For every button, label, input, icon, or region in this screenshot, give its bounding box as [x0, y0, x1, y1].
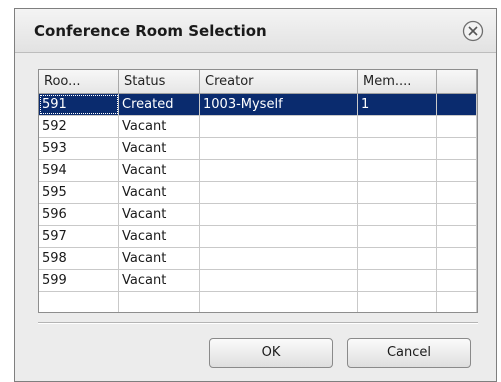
table-header: Roo... Status Creator Mem....: [39, 70, 477, 94]
cell-status: Vacant: [119, 138, 200, 159]
cell-status: Vacant: [119, 248, 200, 269]
cell-creator: [200, 116, 358, 137]
close-icon[interactable]: [462, 20, 484, 42]
column-header-status[interactable]: Status: [119, 70, 200, 93]
empty-cell: [200, 292, 358, 312]
cell-status: Created: [119, 94, 200, 115]
column-header-filler: [437, 70, 477, 93]
cell-creator: [200, 248, 358, 269]
table-row[interactable]: 596 Vacant: [39, 204, 477, 226]
empty-cell: [358, 292, 437, 312]
cell-creator: [200, 160, 358, 181]
table-row[interactable]: 591 Created 1003-Myself 1: [39, 94, 477, 116]
cell-filler: [437, 182, 477, 203]
cell-creator: [200, 204, 358, 225]
table-row[interactable]: 595 Vacant: [39, 182, 477, 204]
conference-room-dialog: Conference Room Selection Roo... Status …: [14, 8, 497, 382]
column-header-creator[interactable]: Creator: [200, 70, 358, 93]
cell-status: Vacant: [119, 116, 200, 137]
cell-status: Vacant: [119, 160, 200, 181]
table-row[interactable]: 593 Vacant: [39, 138, 477, 160]
cell-room: 598: [39, 248, 119, 269]
ok-button[interactable]: OK: [209, 338, 333, 368]
cell-room: 595: [39, 182, 119, 203]
conference-room-table[interactable]: Roo... Status Creator Mem.... 591 Created…: [38, 69, 478, 313]
cell-room: 593: [39, 138, 119, 159]
cell-room: 592: [39, 116, 119, 137]
cell-status: Vacant: [119, 204, 200, 225]
cell-creator: [200, 226, 358, 247]
cell-filler: [437, 116, 477, 137]
cell-members: 1: [358, 94, 437, 115]
cell-members: [358, 270, 437, 291]
cell-members: [358, 160, 437, 181]
cell-room: 591: [39, 94, 119, 115]
cell-members: [358, 138, 437, 159]
cell-room: 599: [39, 270, 119, 291]
separator: [38, 322, 478, 324]
cell-filler: [437, 94, 477, 115]
empty-row: [39, 292, 477, 312]
cell-filler: [437, 204, 477, 225]
column-header-members[interactable]: Mem....: [358, 70, 437, 93]
cell-members: [358, 182, 437, 203]
cancel-button[interactable]: Cancel: [347, 338, 471, 368]
cell-status: Vacant: [119, 182, 200, 203]
dialog-title: Conference Room Selection: [34, 22, 267, 40]
empty-cell: [437, 292, 477, 312]
cell-filler: [437, 160, 477, 181]
cell-members: [358, 248, 437, 269]
empty-cell: [119, 292, 200, 312]
dialog-titlebar: Conference Room Selection: [15, 9, 496, 53]
cell-filler: [437, 248, 477, 269]
cell-filler: [437, 138, 477, 159]
cell-room: 596: [39, 204, 119, 225]
table-row[interactable]: 592 Vacant: [39, 116, 477, 138]
table-row[interactable]: 599 Vacant: [39, 270, 477, 292]
column-header-room[interactable]: Roo...: [39, 70, 119, 93]
cell-status: Vacant: [119, 226, 200, 247]
cell-creator: [200, 182, 358, 203]
cell-room: 594: [39, 160, 119, 181]
cell-creator: 1003-Myself: [200, 94, 358, 115]
table-row[interactable]: 597 Vacant: [39, 226, 477, 248]
cell-filler: [437, 226, 477, 247]
cell-creator: [200, 270, 358, 291]
cell-members: [358, 226, 437, 247]
cell-status: Vacant: [119, 270, 200, 291]
empty-cell: [39, 292, 119, 312]
cell-members: [358, 116, 437, 137]
table-row[interactable]: 598 Vacant: [39, 248, 477, 270]
table-row[interactable]: 594 Vacant: [39, 160, 477, 182]
cell-filler: [437, 270, 477, 291]
cell-room: 597: [39, 226, 119, 247]
cell-creator: [200, 138, 358, 159]
cell-members: [358, 204, 437, 225]
